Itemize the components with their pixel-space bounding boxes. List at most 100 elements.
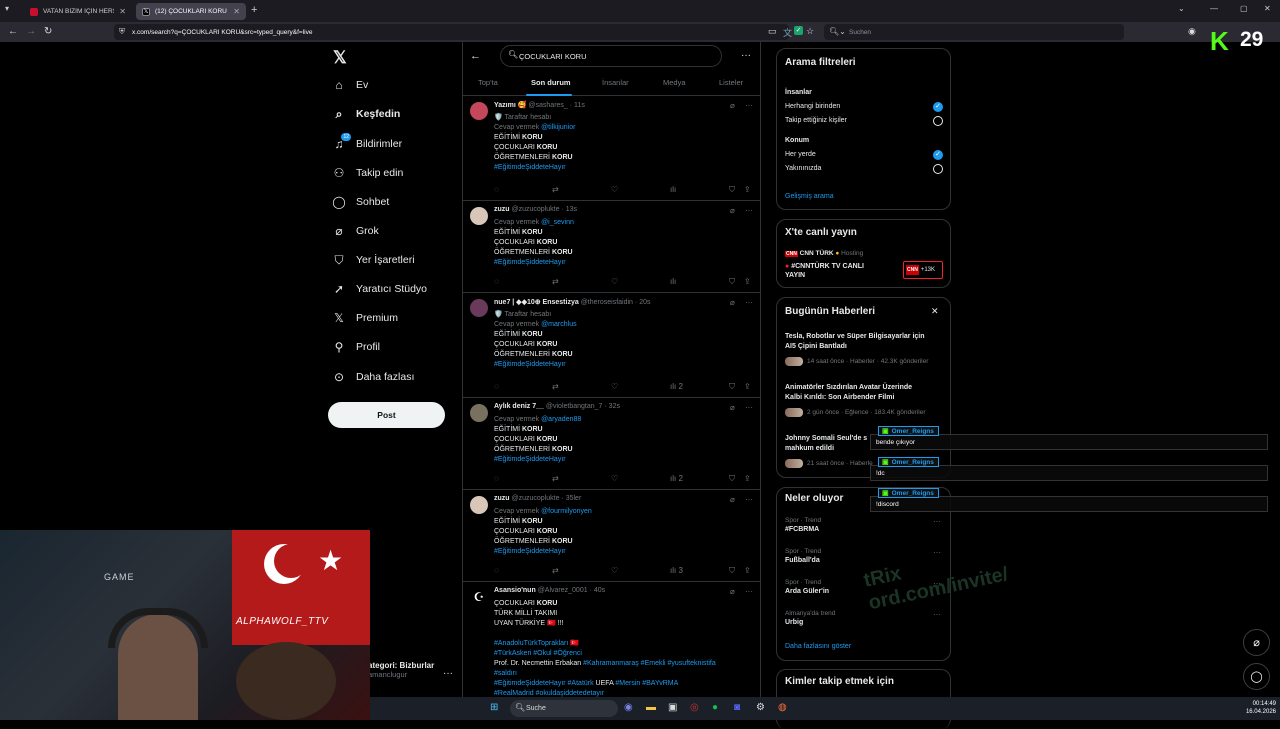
post-button[interactable]: Post (328, 402, 445, 428)
tweet-link[interactable]: #saldırı (494, 670, 517, 677)
author-handle[interactable]: @zuzucoplukte (512, 495, 560, 502)
system-clock[interactable]: 00:14:49 16.04.2026 (1246, 700, 1276, 716)
checkmark-icon[interactable]: ✓ (933, 102, 943, 112)
avatar[interactable] (470, 207, 488, 225)
live-listeners[interactable]: CNN +13K (903, 261, 943, 279)
live-stream-title-2[interactable]: YAYIN (785, 272, 805, 279)
firefox-icon[interactable]: ◍ (778, 702, 787, 713)
nav-item-8[interactable]: 𝕏 Premium (332, 308, 398, 328)
search-more-icon[interactable]: ··· (741, 50, 751, 61)
nav-item-5[interactable]: ⌀ Grok (332, 221, 378, 241)
retweet-icon[interactable]: ⇄ (552, 566, 559, 575)
tweet-time[interactable]: 40s (594, 587, 605, 594)
views-icon[interactable]: ılı (670, 277, 676, 286)
more-icon[interactable]: ··· (745, 206, 753, 215)
browser-tab-2[interactable]: 𝕏 (12) ÇOCUKLARI KORU - Arama ✕ (136, 3, 246, 20)
browser-tab-1[interactable]: VATAN BİZİM İÇİN HERŞEYDEN ✕ (24, 3, 132, 20)
steam-icon[interactable]: ⚙ (756, 702, 765, 713)
nav-item-4[interactable]: ◯ Sohbet (332, 192, 389, 212)
tweet[interactable]: Yazımı 🥰 @sashares_ · 11s ⌀ ··· 🛡️ Taraftar… (462, 96, 761, 201)
retweet-icon[interactable]: ⇄ (552, 185, 559, 194)
nav-item-3[interactable]: ⚇ Takip edin (332, 163, 404, 183)
tweet-link[interactable]: #EğitimdeŞiddeteHayır #Atatürk (494, 680, 594, 687)
location-option-nearby[interactable]: Yakınınızda (785, 165, 821, 172)
reply-icon[interactable]: ◌ (494, 185, 499, 194)
tweet-link[interactable]: #RealMadrid #okuldaşiddetedetayır (494, 690, 604, 697)
views-icon[interactable]: ılı (670, 185, 676, 194)
tweet-link[interactable]: #TürkAskeri #Okul #Öğrenci (494, 650, 582, 657)
author-name[interactable]: nue7 | ◆◆10⊕ Ensestizya (494, 299, 579, 306)
share-icon[interactable]: ⇪ (744, 277, 751, 286)
tweet-link[interactable]: @marchlus (541, 321, 577, 328)
tweet-link[interactable]: @tilkijunior (541, 124, 575, 131)
spotify-icon[interactable]: ● (712, 702, 718, 713)
share-icon[interactable]: ⇪ (744, 382, 751, 391)
author-handle[interactable]: @theroseisfaidin (581, 299, 633, 306)
opera-icon[interactable]: ◎ (690, 702, 699, 713)
tab-people[interactable]: İnsanlar (602, 78, 629, 87)
nav-item-6[interactable]: ⛉ Yer İşaretleri (332, 250, 414, 270)
tweet[interactable]: Aylık deniz 7__ @violetbangtan_7 · 32s ⌀ ·… (462, 398, 761, 490)
views-icon[interactable]: ılı 2 (670, 474, 683, 483)
tweet-time[interactable]: 32s (609, 403, 620, 410)
store-icon[interactable]: ▣ (668, 702, 677, 713)
tweet-link[interactable]: #EğitimdeŞiddeteHayır (494, 456, 566, 463)
trend-more-icon[interactable]: ··· (933, 517, 941, 526)
reply-icon[interactable]: ◌ (494, 566, 499, 575)
avatar[interactable]: ☪ (470, 588, 488, 606)
views-icon[interactable]: ılı 3 (670, 566, 683, 575)
reply-icon[interactable]: ◌ (494, 382, 499, 391)
tweet-link[interactable]: #Mersin #BAYvRMA (615, 680, 678, 687)
news-headline[interactable]: Animatörler Sızdırılan Avatar Üzerinde (785, 384, 912, 391)
close-tab-icon[interactable]: ✕ (119, 7, 126, 16)
author-handle[interactable]: @zuzucoplukte (512, 206, 560, 213)
tweet[interactable]: nue7 | ◆◆10⊕ Ensestizya @theroseisfaidin… (462, 293, 761, 398)
grok-icon[interactable]: ⌀ (730, 403, 735, 412)
browser-search-field[interactable]: 🔍︎⌄ Suchen (824, 24, 1124, 40)
news-headline[interactable]: AI5 Çipini Bantladı (785, 343, 847, 350)
avatar[interactable] (470, 102, 488, 120)
tweet[interactable]: ☪ Asansio'nun @Alvarez_0001 · 40s ⌀ ··· ÇOCU… (462, 582, 761, 702)
views-icon[interactable]: ılı 2 (670, 382, 683, 391)
like-icon[interactable]: ♡ (611, 474, 618, 483)
like-icon[interactable]: ♡ (611, 185, 618, 194)
nav-item-0[interactable]: ⌂ Ev (332, 75, 368, 95)
nav-item-10[interactable]: ⊙ Daha fazlası (332, 367, 414, 387)
tweet-link[interactable]: @fourmilyonyen (541, 508, 592, 515)
forward-icon[interactable]: → (26, 26, 36, 37)
tweet-link[interactable]: @i_sevinn (541, 219, 574, 226)
live-host[interactable]: CNN CNN TÜRK ● Hosting (785, 250, 863, 257)
discord-icon[interactable]: ◙ (734, 702, 740, 713)
reload-icon[interactable]: ↻ (44, 26, 52, 37)
radio-empty-icon[interactable] (933, 164, 943, 174)
windows-start-icon[interactable]: ⊞ (490, 702, 498, 713)
tweet[interactable]: zuzu @zuzucoplukte · 13s ⌀ ··· Cevap vermek… (462, 201, 761, 293)
author-name[interactable]: Asansio'nun (494, 587, 536, 594)
share-icon[interactable]: ⇪ (744, 185, 751, 194)
messages-fab-icon[interactable]: ◯ (1243, 663, 1270, 690)
grok-icon[interactable]: ⌀ (730, 587, 735, 596)
avatar[interactable] (470, 496, 488, 514)
more-icon[interactable]: ··· (745, 495, 753, 504)
tab-media[interactable]: Medya (663, 78, 686, 87)
account-switcher[interactable]: ategori: Bizburlar amanclugur (368, 661, 434, 679)
radio-empty-icon[interactable] (933, 116, 943, 126)
like-icon[interactable]: ♡ (611, 277, 618, 286)
more-icon[interactable]: ··· (745, 298, 753, 307)
share-icon[interactable]: ⇪ (744, 566, 751, 575)
tweet-link[interactable]: #Kahramanmaraş #Emekli #yusufteknistifa (583, 660, 716, 667)
bookmark-icon[interactable]: ⛉ (729, 566, 735, 576)
grok-icon[interactable]: ⌀ (730, 206, 735, 215)
tab-top[interactable]: Top'ta (478, 78, 498, 87)
grok-icon[interactable]: ⌀ (730, 495, 735, 504)
account-more-icon[interactable]: ··· (443, 668, 453, 679)
nav-item-7[interactable]: ➚ Yaratıcı Stüdyo (332, 279, 427, 299)
checkmark-icon[interactable]: ✓ (933, 150, 943, 160)
author-name[interactable]: Aylık deniz 7__ (494, 403, 544, 410)
bookmark-icon[interactable]: ⛉ (729, 382, 735, 392)
avatar[interactable] (470, 404, 488, 422)
url-bar[interactable]: ⛨ x.com/search?q=ÇOCUKLARI KORU&src=type… (114, 24, 789, 40)
author-handle[interactable]: @sashares_ (528, 102, 567, 109)
more-icon[interactable]: ··· (745, 403, 753, 412)
news-headline[interactable]: Tesla, Robotlar ve Süper Bilgisayarlar i… (785, 333, 925, 340)
